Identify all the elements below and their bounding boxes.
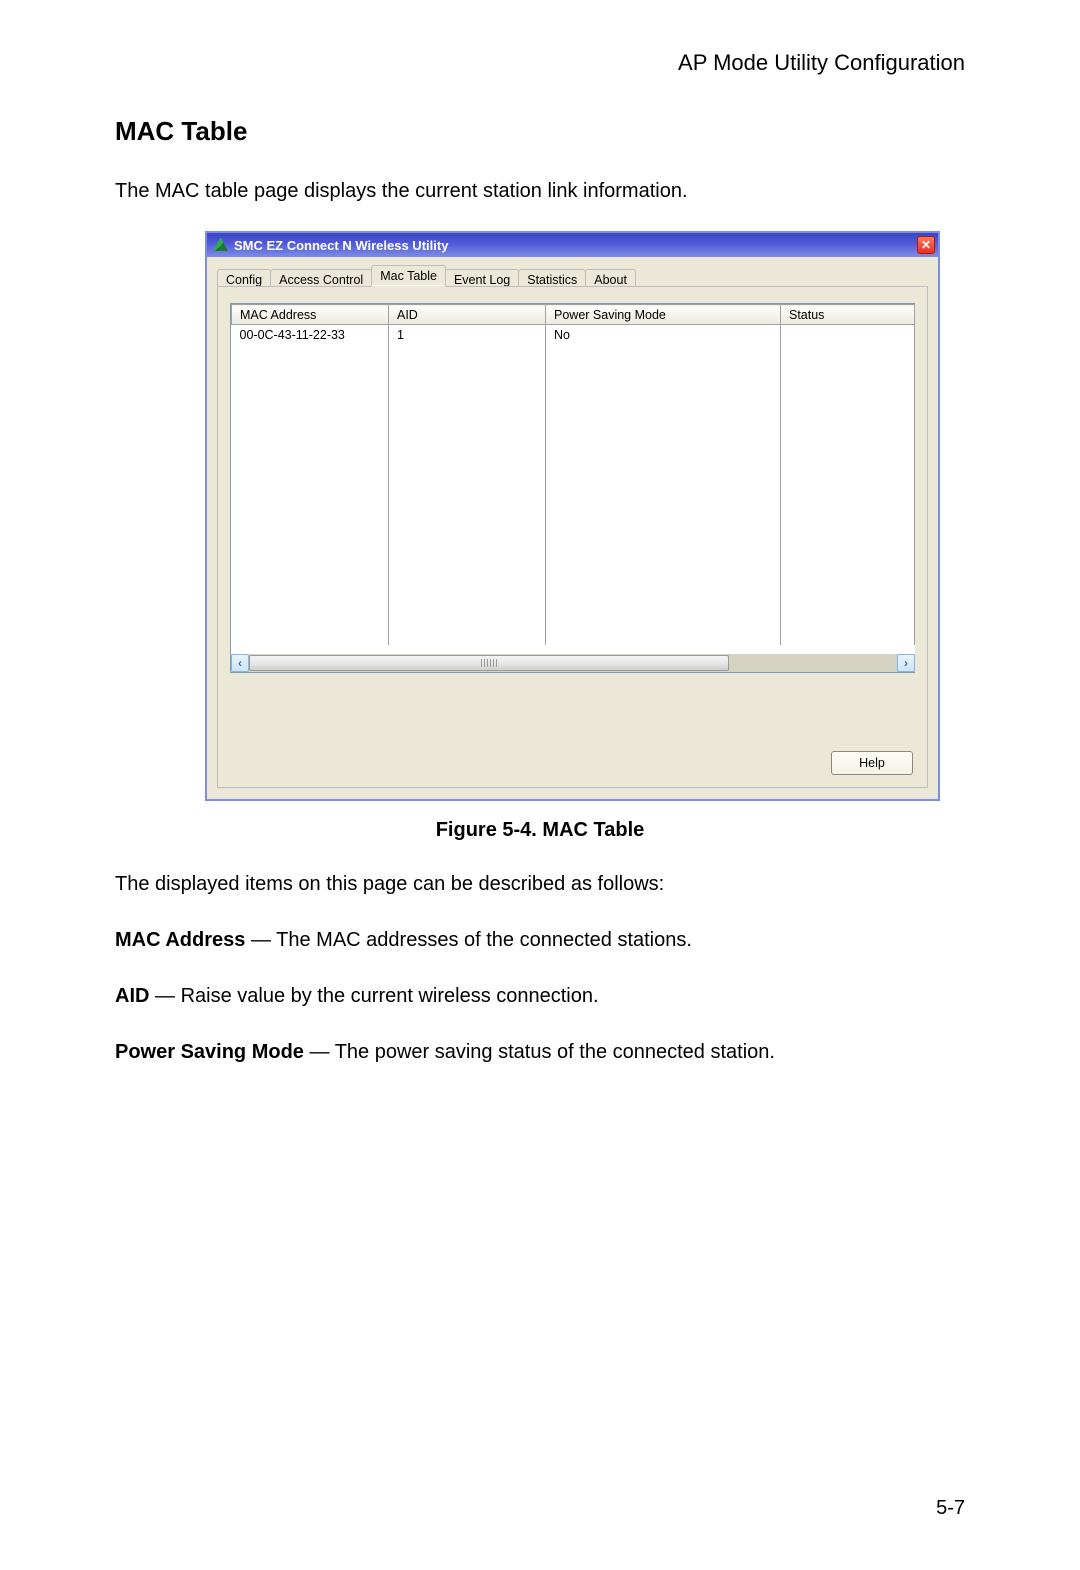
col-mac-address[interactable]: MAC Address xyxy=(232,305,389,325)
label-aid: AID xyxy=(115,985,149,1007)
intro-paragraph: The MAC table page displays the current … xyxy=(115,175,965,207)
mac-table-container: MAC Address AID Power Saving Mode Status… xyxy=(230,303,915,673)
app-icon xyxy=(213,238,228,253)
close-icon[interactable]: ✕ xyxy=(917,236,935,254)
tab-panel: MAC Address AID Power Saving Mode Status… xyxy=(217,286,928,788)
label-power-saving: Power Saving Mode xyxy=(115,1041,304,1063)
col-status[interactable]: Status xyxy=(781,305,915,325)
desc-aid: AID — Raise value by the current wireles… xyxy=(115,980,965,1012)
figure-caption: Figure 5-4. MAC Table xyxy=(115,819,965,842)
horizontal-scrollbar[interactable]: ‹ › xyxy=(231,654,915,672)
desc-intro: The displayed items on this page can be … xyxy=(115,868,965,900)
window-title: SMC EZ Connect N Wireless Utility xyxy=(234,238,448,253)
cell-mac: 00-0C-43-11-22-33 xyxy=(232,325,389,345)
col-aid[interactable]: AID xyxy=(389,305,546,325)
tabstrip: Config Access Control Mac Table Event Lo… xyxy=(217,265,928,287)
cell-status xyxy=(781,325,915,345)
scroll-left-icon[interactable]: ‹ xyxy=(231,654,249,672)
utility-window: SMC EZ Connect N Wireless Utility ✕ Conf… xyxy=(205,231,940,801)
cell-psm: No xyxy=(546,325,781,345)
scroll-grip-icon xyxy=(481,659,497,667)
table-row[interactable]: 00-0C-43-11-22-33 1 No xyxy=(232,325,915,345)
scroll-right-icon[interactable]: › xyxy=(897,654,915,672)
help-button[interactable]: Help xyxy=(831,751,913,775)
section-title: MAC Table xyxy=(115,116,965,147)
mac-table: MAC Address AID Power Saving Mode Status… xyxy=(231,304,915,645)
doc-header: AP Mode Utility Configuration xyxy=(115,50,965,76)
scroll-thumb[interactable] xyxy=(249,655,729,671)
col-power-saving[interactable]: Power Saving Mode xyxy=(546,305,781,325)
tab-mac-table[interactable]: Mac Table xyxy=(371,265,446,287)
desc-mac-address: MAC Address — The MAC addresses of the c… xyxy=(115,924,965,956)
page-number: 5-7 xyxy=(936,1497,965,1520)
scroll-track[interactable] xyxy=(249,654,897,672)
titlebar[interactable]: SMC EZ Connect N Wireless Utility ✕ xyxy=(207,233,938,257)
label-mac-address: MAC Address xyxy=(115,929,245,951)
desc-power-saving: Power Saving Mode — The power saving sta… xyxy=(115,1036,965,1068)
cell-aid: 1 xyxy=(389,325,546,345)
window-body: Config Access Control Mac Table Event Lo… xyxy=(207,257,938,799)
